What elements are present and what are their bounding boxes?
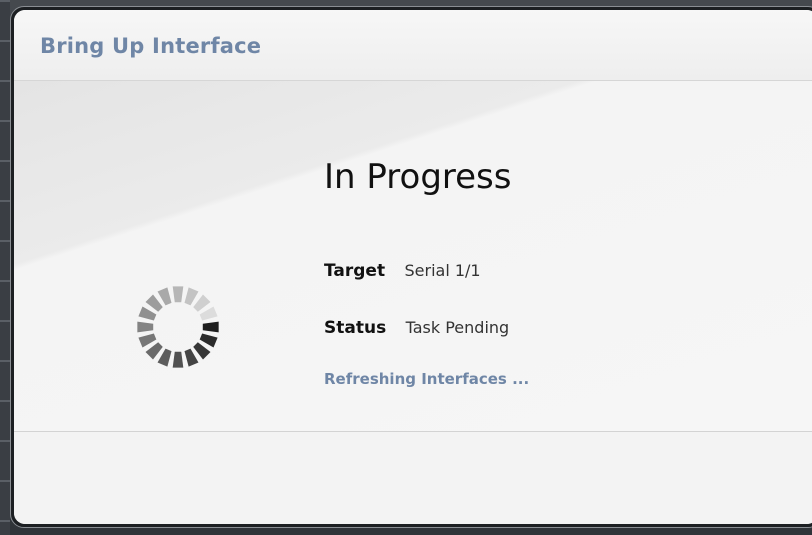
spinner-segment xyxy=(145,342,163,360)
target-label: Target xyxy=(324,261,386,281)
spinner-segment xyxy=(138,306,157,321)
target-value: Serial 1/1 xyxy=(404,261,481,280)
dialog-title: Bring Up Interface xyxy=(40,34,262,58)
dialog-footer xyxy=(14,432,812,524)
dialog-panel: Bring Up Interface In Progress Target Se… xyxy=(14,10,812,524)
bring-up-interface-dialog: Bring Up Interface In Progress Target Se… xyxy=(10,6,812,528)
dialog-body: In Progress Target Serial 1/1 Status Tas… xyxy=(14,81,812,432)
status-label: Status xyxy=(324,318,387,338)
status-value: Task Pending xyxy=(405,318,510,337)
spinner-segment xyxy=(138,333,157,348)
spinner-segment xyxy=(145,294,163,312)
spinner-segment xyxy=(157,287,172,306)
loading-spinner-icon xyxy=(137,286,219,368)
spinner-segment xyxy=(172,286,184,303)
spinner-segment xyxy=(157,348,172,367)
dialog-titlebar[interactable]: Bring Up Interface xyxy=(14,10,812,81)
background-window-edge xyxy=(0,0,10,535)
progress-message: Refreshing Interfaces ... xyxy=(324,370,530,388)
status-row: Status Task Pending xyxy=(324,318,509,338)
spinner-segment xyxy=(172,351,184,368)
spinner-segment xyxy=(184,348,199,367)
progress-heading: In Progress xyxy=(324,157,512,197)
spinner-segment xyxy=(202,321,219,333)
spinner-segment xyxy=(184,287,199,306)
spinner-segment xyxy=(193,294,211,312)
target-row: Target Serial 1/1 xyxy=(324,261,481,281)
spinner-segment xyxy=(137,321,154,333)
spinner-segment xyxy=(199,333,218,348)
spinner-segment xyxy=(193,342,211,360)
spinner-segment xyxy=(199,306,218,321)
